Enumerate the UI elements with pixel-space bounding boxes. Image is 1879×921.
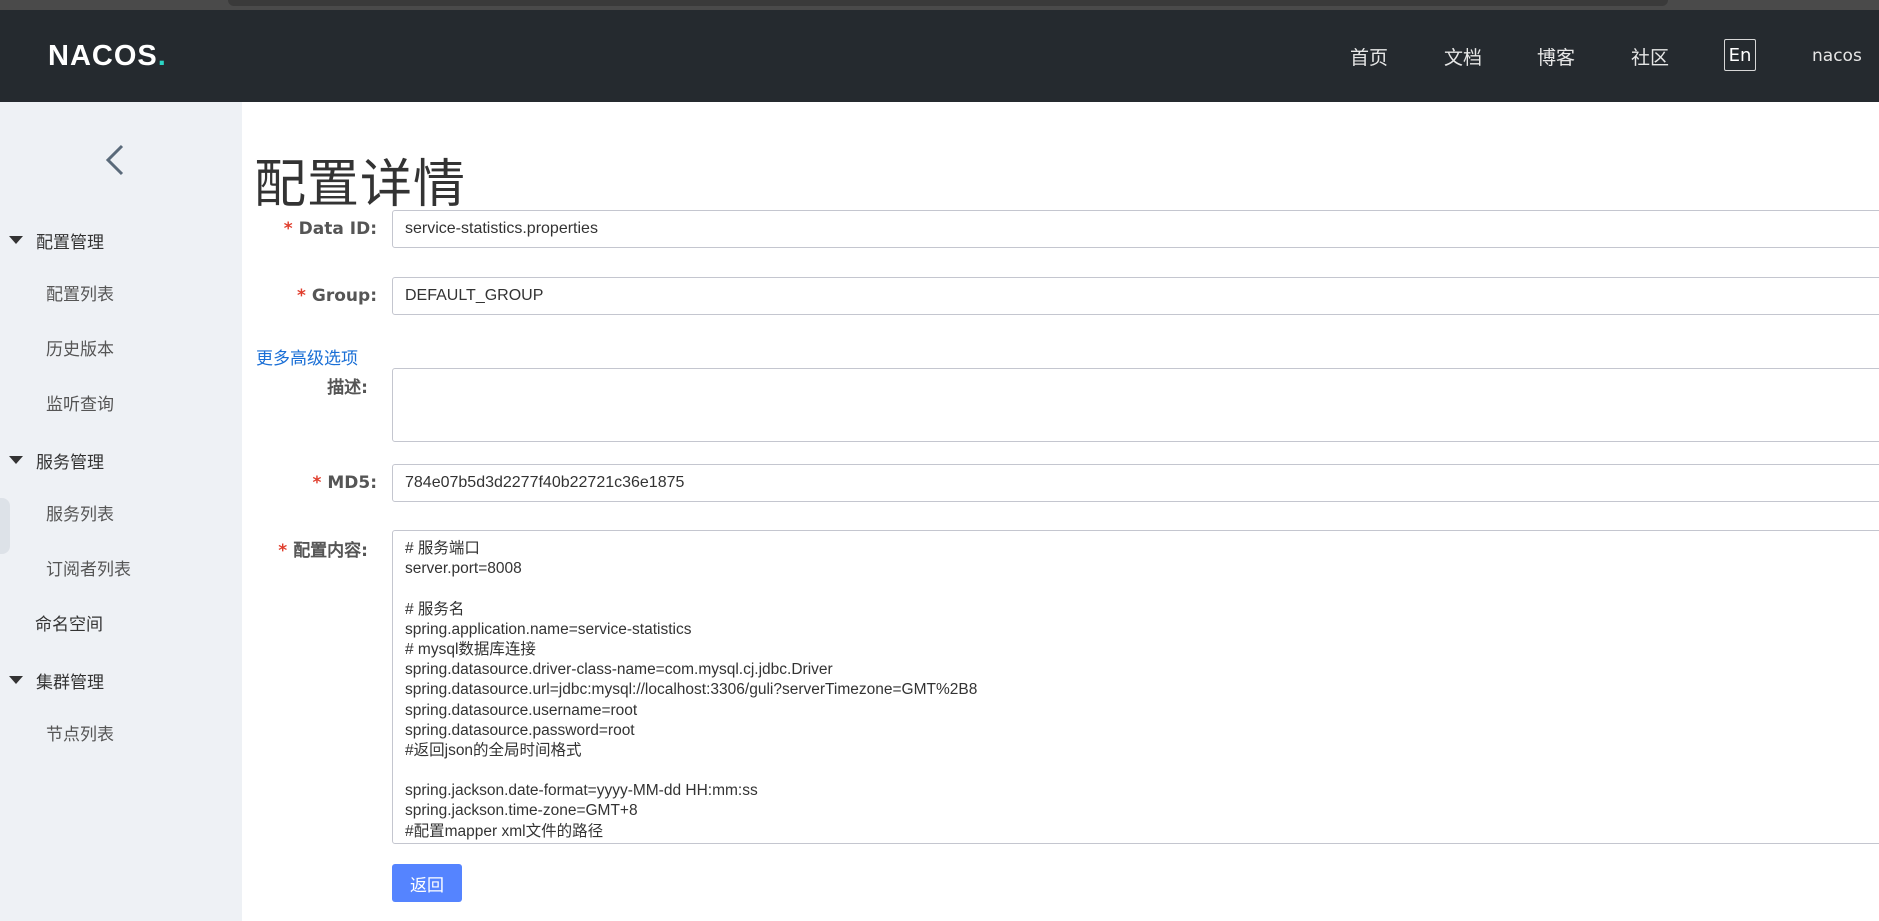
code-line: spring.datasource.url=jdbc:mysql://local…	[405, 681, 978, 699]
config-content-label-text: 配置内容:	[293, 541, 368, 561]
sidebar-group-config[interactable]: 配置管理	[0, 225, 104, 255]
code-line: spring.application.name=service-statisti…	[405, 620, 692, 638]
required-mark: *	[297, 286, 306, 306]
page-title: 配置详情	[254, 155, 467, 215]
code-line: spring.datasource.password=root	[405, 721, 635, 739]
browser-address-bar-edge	[228, 0, 1668, 6]
main-content: 配置详情 * Data ID: service-statistics.proper…	[242, 102, 1879, 921]
group-field[interactable]: DEFAULT_GROUP	[392, 277, 1879, 315]
sidebar-item-listener-query[interactable]: 监听查询	[46, 390, 114, 420]
sidebar-item-namespace[interactable]: 命名空间	[35, 610, 103, 640]
data-id-label-text: Data ID:	[298, 219, 377, 239]
code-line: #返回json的全局时间格式	[405, 741, 582, 759]
md5-field[interactable]: 784e07b5d3d2277f40b22721c36e1875	[392, 464, 1879, 502]
code-line: spring.datasource.driver-class-name=com.…	[405, 661, 833, 679]
required-mark: *	[278, 541, 288, 561]
nav-community-label: 社区	[1631, 46, 1670, 69]
sidebar-active-indicator	[0, 498, 10, 554]
description-field[interactable]	[392, 368, 1879, 442]
back-button[interactable]: 返回	[392, 864, 462, 902]
nacos-logo[interactable]: NACOS.	[48, 39, 167, 72]
sidebar-group-service[interactable]: 服务管理	[0, 445, 104, 475]
sidebar-group-label: 服务管理	[36, 452, 104, 473]
data-id-field[interactable]: service-statistics.properties	[392, 210, 1879, 248]
description-label: 描述:	[327, 378, 368, 398]
code-line: # 服务端口	[405, 540, 480, 557]
code-line: spring.jackson.time-zone=GMT+8	[405, 802, 638, 820]
sidebar-item-subscriber-list[interactable]: 订阅者列表	[46, 555, 131, 585]
group-label: * Group:	[242, 277, 377, 315]
nav-blog-label: 博客	[1537, 46, 1576, 69]
code-line: spring.jackson.date-format=yyyy-MM-dd HH…	[405, 782, 758, 800]
nav-blog[interactable]: 博客	[1537, 10, 1581, 102]
nav-community[interactable]: 社区	[1631, 10, 1675, 102]
nav-home-label: 首页	[1350, 46, 1389, 69]
caret-down-icon	[9, 676, 23, 684]
top-navbar: NACOS.	[0, 10, 1879, 102]
browser-strip	[0, 0, 1879, 10]
required-mark: *	[312, 473, 322, 493]
caret-down-icon	[9, 236, 23, 244]
config-content-label: * 配置内容:	[242, 532, 368, 570]
sidebar-item-history[interactable]: 历史版本	[46, 335, 114, 365]
nav-docs-label: 文档	[1444, 46, 1483, 69]
collapse-sidebar-button[interactable]	[100, 140, 130, 180]
md5-label-text: MD5:	[327, 473, 377, 493]
code-line: # mysql数据库连接	[405, 640, 536, 658]
language-toggle-button[interactable]: En	[1724, 39, 1756, 71]
caret-down-icon	[9, 456, 23, 464]
sidebar-group-cluster[interactable]: 集群管理	[0, 665, 104, 695]
logo-text: NACOS	[48, 39, 158, 72]
data-id-label: * Data ID:	[242, 210, 377, 248]
sidebar-group-label: 集群管理	[36, 672, 104, 693]
code-line: server.port=8008	[405, 560, 522, 578]
logo-dot: .	[157, 39, 167, 72]
nav-docs[interactable]: 文档	[1444, 10, 1488, 102]
sidebar-item-config-list[interactable]: 配置列表	[46, 280, 114, 310]
user-name[interactable]: nacos	[1812, 10, 1862, 102]
sidebar-group-label: 配置管理	[36, 232, 104, 253]
more-advanced-options-link[interactable]: 更多高级选项	[256, 344, 358, 369]
code-line: # 服务名	[405, 600, 465, 618]
code-line: #配置mapper xml文件的路径	[405, 822, 604, 840]
sidebar: 配置管理 配置列表 历史版本 监听查询 服务管理 服务列表 订阅者列表 命名空间…	[0, 102, 242, 921]
sidebar-item-service-list[interactable]: 服务列表	[46, 500, 114, 530]
code-line: spring.datasource.username=root	[405, 701, 638, 719]
required-mark: *	[283, 219, 293, 239]
chevron-left-icon	[105, 144, 124, 176]
md5-label: * MD5:	[242, 464, 377, 502]
config-content-editor[interactable]: # 服务端口 server.port=8008 # 服务名 spring.app…	[392, 530, 1879, 844]
group-label-text: Group:	[311, 286, 377, 306]
sidebar-item-node-list[interactable]: 节点列表	[46, 720, 114, 750]
nav-home[interactable]: 首页	[1350, 10, 1394, 102]
